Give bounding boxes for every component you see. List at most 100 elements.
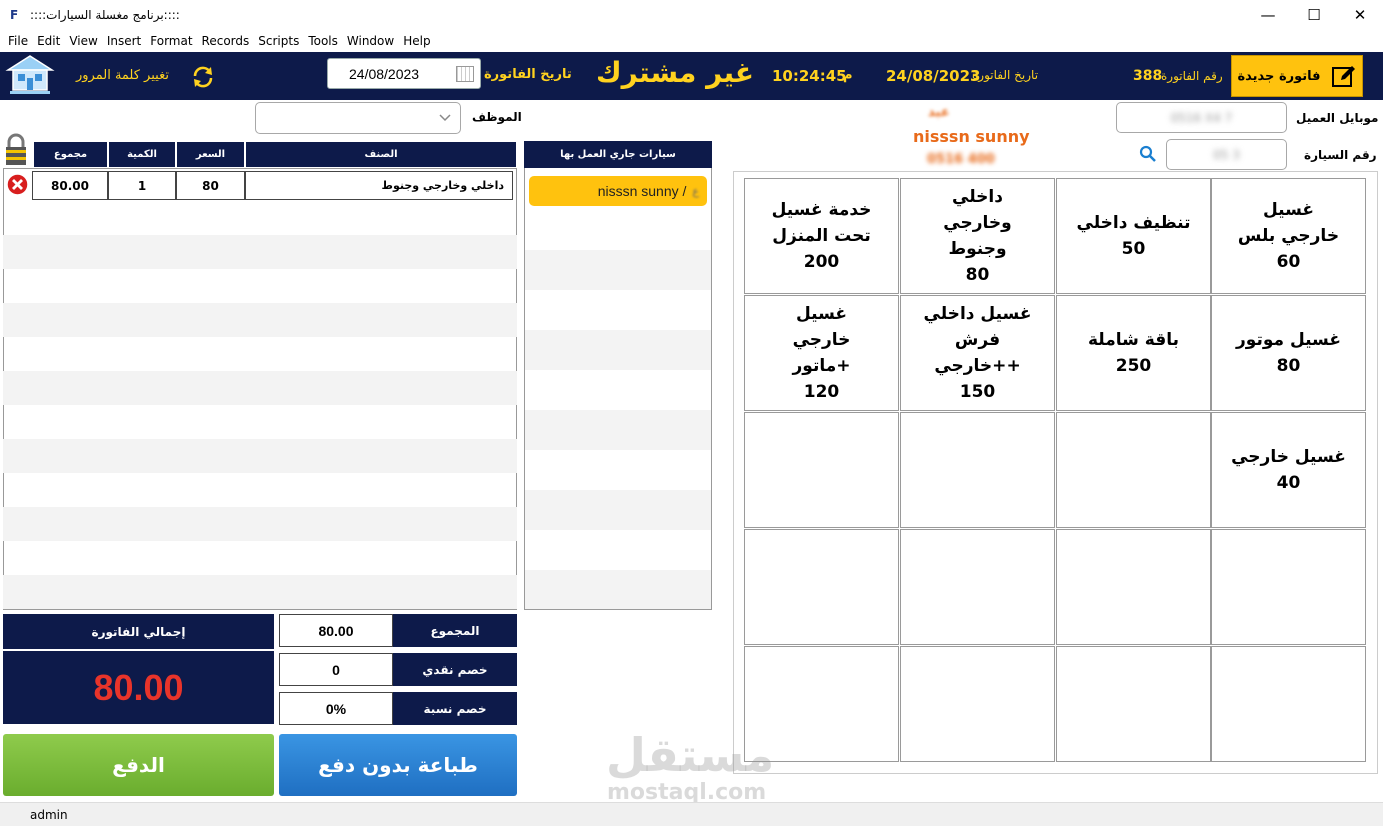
customer-car-model: nisssn sunny [913,127,1030,146]
row-item: داخلي وخارجي وجنوط [245,171,513,200]
car-number-value: 05 3 [1213,147,1240,162]
pay-button[interactable]: الدفع [3,734,274,796]
service-slot-empty[interactable] [900,646,1055,762]
invoice-date-value: 24/08/2023 [349,65,420,82]
service-button[interactable]: غسيل موتور 80 [1211,295,1366,411]
search-icon[interactable] [1139,145,1157,163]
invoice-date-display: 24/08/2023 [886,67,981,85]
app-icon: F [10,8,19,22]
car-number-label: رقم السيارة [1304,148,1377,162]
menu-scripts[interactable]: Scripts [258,34,299,48]
car-in-progress-item[interactable]: nisssn sunny / ع [529,176,707,206]
row-price: 80 [176,171,245,200]
lock-icon[interactable] [4,133,28,167]
cars-panel-header: سيارات جاري العمل بها [524,141,712,168]
service-slot-empty[interactable] [744,412,899,528]
clock-period: م [843,68,853,83]
service-button[interactable]: خدمة غسيل تحت المنزل 200 [744,178,899,294]
service-slot-empty[interactable] [1211,529,1366,645]
window-title: ::::برنامج مغسلة السيارات:::: [30,8,180,22]
cash-discount-label: خصم نقدي [393,653,517,686]
car-item-customer: ع [692,184,699,198]
customer-mobile-label: موبايل العميل [1296,111,1379,125]
service-slot-empty[interactable] [900,412,1055,528]
invoice-number: 388 [1133,68,1163,84]
subscription-status: غير مشترك [596,56,755,89]
service-button[interactable]: تنظيف داخلي 50 [1056,178,1211,294]
service-slot-empty[interactable] [744,529,899,645]
table-row-stripe [3,507,517,541]
menu-view[interactable]: View [69,34,97,48]
menu-edit[interactable]: Edit [37,34,60,48]
service-button[interactable]: غسيل خارجي بلس 60 [1211,178,1366,294]
menu-records[interactable]: Records [202,34,250,48]
menu-window[interactable]: Window [347,34,394,48]
col-header-qty: الكمية [108,141,176,168]
service-button[interactable]: غسيل داخلي فرش +خارجي+ 150 [900,295,1055,411]
panel-stripe [525,490,711,530]
invoice-date-picker[interactable]: 24/08/2023 [327,58,481,89]
service-button[interactable]: داخلي وخارجي وجنوط 80 [900,178,1055,294]
customer-phone: 0516 400 [927,152,995,167]
service-slot-empty[interactable] [1056,412,1211,528]
menu-format[interactable]: Format [150,34,192,48]
calendar-icon[interactable] [456,66,474,82]
row-total: 80.00 [32,171,108,200]
percent-discount-input[interactable]: 0% [279,692,393,725]
chevron-down-icon [439,114,451,122]
car-number-input[interactable]: 05 3 [1166,139,1287,170]
panel-stripe [525,250,711,290]
invoice-date-display-label: تاريخ الفاتورة [972,68,1039,82]
col-header-total: مجموع [33,141,108,168]
employee-label: الموظف [472,110,522,124]
row-qty[interactable]: 1 [108,171,176,200]
menu-tools[interactable]: Tools [308,34,338,48]
date-field-label: تاريخ الفاتورة [484,67,572,82]
status-bar: admin [0,802,1383,826]
service-button[interactable]: غسيل خارجي 40 [1211,412,1366,528]
service-slot-empty[interactable] [1056,646,1211,762]
col-header-price: السعر [176,141,245,168]
invoice-total-value: 80.00 [3,651,274,724]
title-bar: F ::::برنامج مغسلة السيارات:::: — ☐ ✕ [0,0,1383,30]
customer-name: عبد [928,105,950,120]
menu-file[interactable]: File [8,34,28,48]
invoice-number-label: رقم الفاتورة [1161,69,1223,83]
new-invoice-label: فاتورة جديدة [1237,68,1321,84]
service-slot-empty[interactable] [900,529,1055,645]
menu-insert[interactable]: Insert [107,34,141,48]
service-button[interactable]: غسيل خارجي ماتور+ 120 [744,295,899,411]
minimize-button[interactable]: — [1245,0,1291,30]
new-invoice-button[interactable]: فاتورة جديدة [1231,55,1363,97]
employee-select[interactable] [255,102,461,134]
panel-stripe [525,330,711,370]
customer-mobile-input[interactable]: 0516 X4 7 [1116,102,1287,133]
service-slot-empty[interactable] [1056,529,1211,645]
clock-time: 10:24:45 [772,67,847,85]
close-button[interactable]: ✕ [1337,0,1383,30]
table-row-stripe [3,235,517,269]
print-without-payment-button[interactable]: طباعة بدون دفع [279,734,517,796]
table-row-stripe [3,439,517,473]
cash-discount-input[interactable]: 0 [279,653,393,686]
service-slot-empty[interactable] [1211,646,1366,762]
status-user: admin [30,808,68,822]
table-row-stripe [3,371,517,405]
invoice-total-label: إجمالي الفاتورة [3,614,274,649]
sum-value: 80.00 [279,614,393,647]
refresh-icon[interactable] [189,63,217,91]
app-window: F ::::برنامج مغسلة السيارات:::: — ☐ ✕ Fi… [0,0,1383,826]
menu-help[interactable]: Help [403,34,430,48]
sum-label: المجموع [393,614,517,647]
watermark-arabic: مستقل [606,728,775,782]
delete-row-icon[interactable] [6,173,29,196]
change-password-link[interactable]: تغيير كلمة المرور [76,68,169,83]
percent-discount-label: خصم نسبة [393,692,517,725]
maximize-button[interactable]: ☐ [1291,0,1337,30]
service-button[interactable]: باقة شاملة 250 [1056,295,1211,411]
car-item-model: nisssn sunny / [597,183,687,199]
col-header-item: الصنف [245,141,517,168]
panel-stripe [525,570,711,609]
home-icon[interactable] [4,54,56,98]
table-row-stripe [3,303,517,337]
